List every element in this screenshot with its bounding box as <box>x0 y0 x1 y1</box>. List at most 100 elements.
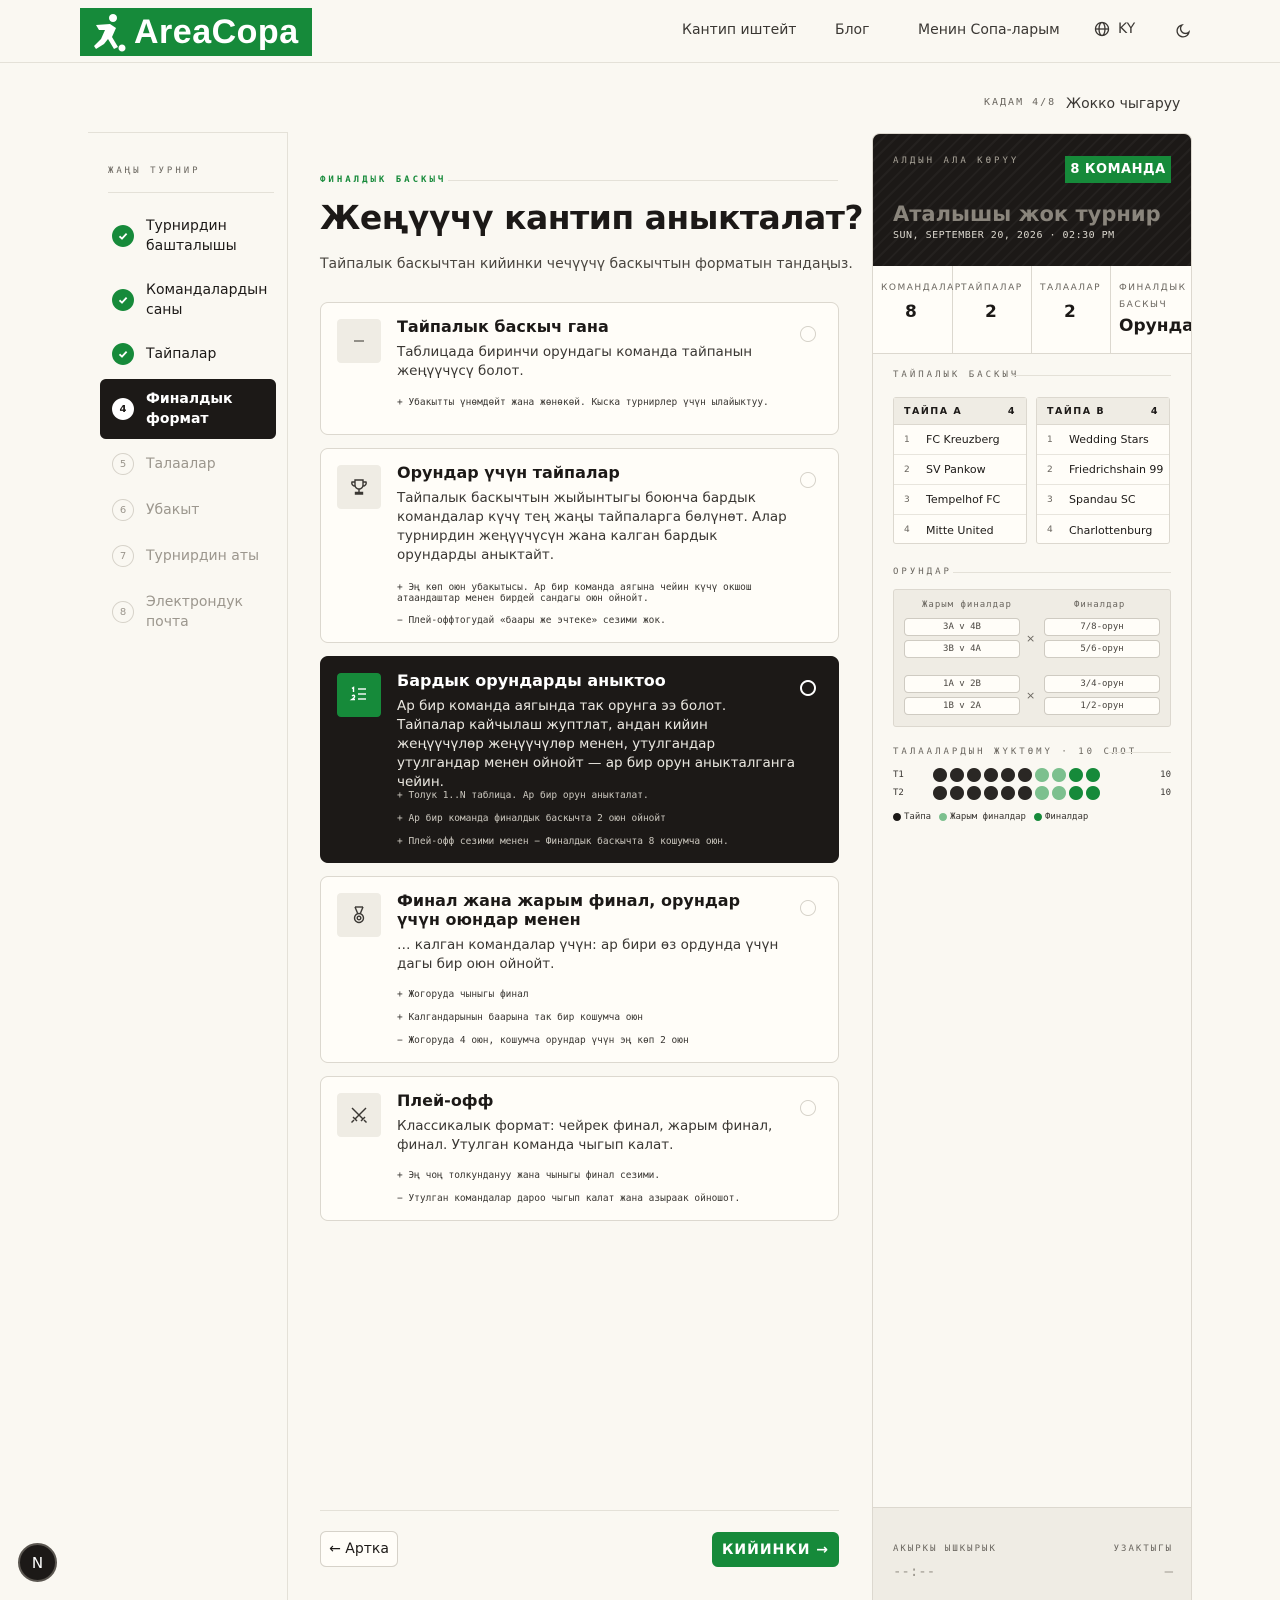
dash-icon <box>337 319 381 363</box>
section-rule <box>953 572 1171 573</box>
globe-icon <box>1094 21 1110 37</box>
group-team-row: 1 Wedding Stars <box>1037 425 1169 455</box>
group-name: ТАЙПА В <box>1047 405 1106 417</box>
stat-value: 8 <box>905 302 917 322</box>
stat-label: ФИНАЛДЫК БАСКЫЧ <box>1119 283 1187 310</box>
bracket-finals-label: Финалдар <box>1074 600 1126 610</box>
bracket-semis-label: Жарым финалдар <box>922 600 1012 610</box>
option-bullet: + Толук 1..N таблица. Ар бир орун аныкта… <box>397 790 649 801</box>
team-name: Wedding Stars <box>1069 433 1149 446</box>
sidebar-step-label: Электрондук почта <box>146 594 243 630</box>
group-team-row: 4 Mitte United <box>904 523 994 537</box>
group-team-row: 4 Charlottenburg <box>1047 523 1153 537</box>
option-radio[interactable] <box>800 472 816 488</box>
sidebar-step-3[interactable]: Тайпалар <box>100 342 276 366</box>
sidebar-step-label: Турнирдин аты <box>146 548 260 564</box>
sidebar-divider <box>287 132 288 1600</box>
sidebar-step-label: Командалардын саны <box>146 282 268 318</box>
preview-footer: АКЫРКЫ ЫШКЫРЫК --:-- УЗАКТЫГЫ — <box>873 1507 1191 1600</box>
option-description: Ар бир команда аягында так орунга ээ бол… <box>397 698 795 790</box>
last-whistle-value: --:-- <box>893 1564 936 1580</box>
trophy-icon <box>337 465 381 509</box>
group-count: 4 <box>1007 405 1016 417</box>
group-b-table: ТАЙПА В 4 1 Wedding Stars 2 Friedrichshain … <box>1036 397 1170 544</box>
nav-how-it-works[interactable]: Кантип иштейт <box>682 22 796 38</box>
stat-value: Орундар <box>1119 316 1191 336</box>
option-bullet: + Эң көп оюн убакытысы. Ар бир команда а… <box>397 582 752 604</box>
option-radio[interactable] <box>800 326 816 342</box>
option-group-stage-only[interactable]: Тайпалык баскыч гана Таблицада биринчи о… <box>320 302 839 435</box>
group-a-table: ТАЙПА А 4 1 FC Kreuzberg 2 SV Pankow 3 Tempe… <box>893 397 1027 544</box>
tournament-name: Аталышы жок турнир <box>893 202 1161 226</box>
crossed-swords-icon <box>337 1093 381 1137</box>
preview-stats: КОМАНДАЛАР 8 ТАЙПАЛАР 2 ТАЛААЛАР 2 ФИНАЛ… <box>873 266 1191 354</box>
slot-dot-final <box>1086 768 1100 782</box>
sidebar-step-1[interactable]: Турнирдин башталышы <box>100 214 276 258</box>
stat-label: ТАЙПАЛАР <box>961 283 1023 293</box>
step-number: 8 <box>112 601 134 623</box>
slot-dot-group <box>950 786 964 800</box>
page-title: Жеңүүчү кантип аныкталат? <box>320 198 864 237</box>
sidebar-step-6[interactable]: 6 Убакыт <box>100 498 276 522</box>
option-playoff[interactable]: Плей-офф Классикалык формат: чейрек фина… <box>320 1076 839 1221</box>
sidebar-step-7[interactable]: 7 Турнирдин аты <box>100 544 276 568</box>
option-placement-groups[interactable]: Орундар үчүн тайпалар Тайпалык баскычтын… <box>320 448 839 643</box>
option-bullet: − Плей-оффтогудай «баары же эчтеке» сези… <box>397 615 666 626</box>
option-radio[interactable] <box>800 900 816 916</box>
option-title: Финал жана жарым финал, орундар үчүн оюн… <box>397 891 741 929</box>
sidebar-rule <box>108 192 274 193</box>
field-load-label: ТАЛААЛАРДЫН ЖҮКТӨМҮ · 10 СЛОТ <box>893 747 1138 757</box>
group-team-row: 2 SV Pankow <box>894 455 1026 485</box>
back-button[interactable]: ← Артка <box>320 1531 398 1567</box>
team-name: Mitte United <box>926 523 994 537</box>
sidebar-step-4[interactable]: 4 Финалдык формат <box>100 379 276 439</box>
option-title: Бардык орундарды аныктоо <box>397 671 666 690</box>
option-description: … калган командалар үчүн: ар бири өз орд… <box>397 937 779 972</box>
bracket-match: 3B v 4A <box>904 640 1020 658</box>
option-radio[interactable] <box>800 680 816 696</box>
field-slots-t1 <box>933 768 1100 782</box>
step-number: 4 <box>112 398 134 420</box>
option-bullet: + Жогоруда чыныгы финал <box>397 989 529 1000</box>
field-slot-count: 10 <box>1160 788 1171 798</box>
top-header: AreaCopa Кантип иштейт Блог Менин Сопа-л… <box>0 0 1280 63</box>
group-stage-label: ТАЙПАЛЫК БАСКЫЧ <box>893 370 1020 380</box>
language-switcher[interactable]: KY <box>1094 21 1135 37</box>
nav-my-copas[interactable]: Менин Сопа-ларым <box>918 22 1060 38</box>
sidebar-step-8[interactable]: 8 Электрондук почта <box>100 590 276 634</box>
bracket-vs: × <box>1026 632 1036 645</box>
bracket-placement: 3/4-орун <box>1044 675 1160 693</box>
sidebar-step-2[interactable]: Командалардын саны <box>100 278 276 322</box>
sidebar-step-5[interactable]: 5 Талаалар <box>100 452 276 476</box>
option-title: Тайпалык баскыч гана <box>397 317 609 336</box>
nav-blog[interactable]: Блог <box>835 22 869 38</box>
option-determine-all-places[interactable]: Бардык орундарды аныктоо Ар бир команда … <box>320 656 839 863</box>
eyebrow-rule <box>448 180 838 181</box>
stat-final-stage: ФИНАЛДЫК БАСКЫЧ Орундар <box>1111 266 1191 354</box>
stat-label: ТАЛААЛАР <box>1040 283 1102 293</box>
group-team-row: 3 Tempelhof FC <box>894 485 1026 515</box>
sidebar-top-rule <box>88 132 288 133</box>
team-name: Charlottenburg <box>1069 523 1153 537</box>
logo[interactable]: AreaCopa <box>80 8 312 56</box>
slot-dot-final <box>1069 786 1083 800</box>
tournament-date: SUN, SEPTEMBER 20, 2026 · 02:30 PM <box>893 230 1115 241</box>
legend-finals: Финалдар <box>1033 812 1088 822</box>
cancel-link[interactable]: Жокко чыгаруу <box>1066 96 1180 112</box>
page-subtitle: Тайпалык баскычтан кийинки чечүүчү баскы… <box>320 256 853 272</box>
slot-dot-group <box>984 768 998 782</box>
option-final-and-semis[interactable]: Финал жана жарым финал, орундар үчүн оюн… <box>320 876 839 1063</box>
option-bullet: + Убакытты үнөмдөйт жана жөнөкөй. Кыска … <box>397 397 769 408</box>
moon-icon[interactable] <box>1176 22 1192 38</box>
dev-tools-badge[interactable]: N <box>18 1543 57 1582</box>
group-header: ТАЙПА А 4 <box>894 398 1026 425</box>
option-radio[interactable] <box>800 1100 816 1116</box>
sidebar-step-label: Финалдык формат <box>146 391 233 427</box>
slot-dot-final <box>1086 786 1100 800</box>
stat-value: 2 <box>1064 302 1076 322</box>
group-name: ТАЙПА А <box>904 405 963 417</box>
option-description: Таблицада биринчи орундагы команда тайпа… <box>397 344 753 379</box>
next-button[interactable]: КИЙИНКИ → <box>712 1532 839 1567</box>
last-whistle-label: АКЫРКЫ ЫШКЫРЫК <box>893 1544 997 1554</box>
slot-dot-group <box>1018 768 1032 782</box>
